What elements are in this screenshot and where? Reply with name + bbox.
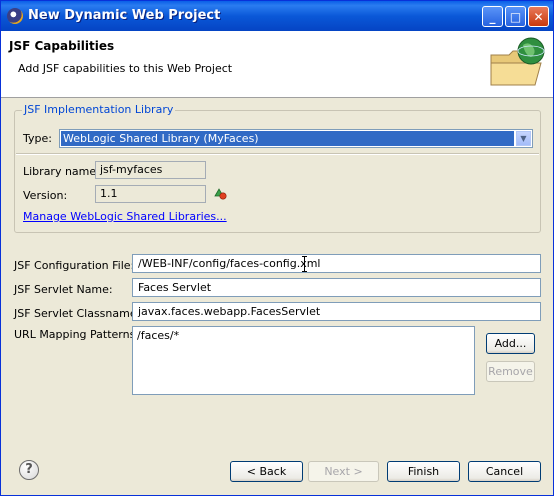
dialog-window: New Dynamic Web Project _ □ ✕ JSF Capabi… — [0, 0, 554, 496]
version-field: 1.1 — [95, 185, 206, 203]
config-file-label: JSF Configuration File: — [14, 259, 135, 272]
text-cursor-icon — [302, 256, 307, 272]
help-icon[interactable]: ? — [19, 460, 39, 480]
minimize-button[interactable]: _ — [482, 6, 503, 27]
close-icon: ✕ — [533, 10, 544, 24]
maximize-button[interactable]: □ — [505, 6, 526, 27]
change-version-icon[interactable] — [213, 186, 227, 200]
wizard-header: JSF Capabilities Add JSF capabilities to… — [1, 31, 553, 98]
maximize-icon: □ — [509, 10, 522, 24]
config-file-input[interactable]: /WEB-INF/config/faces-config.xml — [132, 254, 541, 273]
next-button[interactable]: Next > — [308, 461, 379, 482]
servlet-classname-input[interactable]: javax.faces.webapp.FacesServlet — [132, 302, 541, 321]
web-project-folder-icon — [490, 37, 545, 86]
library-name-label: Library name: — [23, 165, 100, 178]
close-button[interactable]: ✕ — [528, 6, 549, 27]
servlet-name-label: JSF Servlet Name: — [14, 283, 113, 296]
title-bar[interactable]: New Dynamic Web Project _ □ ✕ — [1, 1, 553, 31]
chevron-down-icon[interactable]: ▼ — [516, 131, 531, 146]
cancel-button[interactable]: Cancel — [468, 461, 541, 482]
type-label: Type: — [23, 132, 52, 145]
finish-button[interactable]: Finish — [387, 461, 460, 482]
group-legend: JSF Implementation Library — [22, 103, 176, 116]
type-selected-value: WebLogic Shared Library (MyFaces) — [61, 131, 514, 146]
url-patterns-list[interactable]: /faces/* — [132, 326, 475, 395]
servlet-classname-label: JSF Servlet Classname: — [14, 307, 141, 320]
type-combobox[interactable]: WebLogic Shared Library (MyFaces) ▼ — [59, 129, 533, 148]
eclipse-icon — [7, 8, 23, 24]
back-button[interactable]: < Back — [230, 461, 303, 482]
servlet-name-input[interactable]: Faces Servlet — [132, 278, 541, 297]
page-description: Add JSF capabilities to this Web Project — [18, 62, 233, 75]
window-title: New Dynamic Web Project — [28, 8, 221, 23]
jsf-implementation-library-group: JSF Implementation Library Type: WebLogi… — [14, 103, 541, 233]
list-item[interactable]: /faces/* — [137, 329, 470, 342]
library-name-field: jsf-myfaces — [95, 161, 206, 179]
add-pattern-button[interactable]: Add... — [486, 333, 535, 354]
version-label: Version: — [23, 189, 68, 202]
remove-pattern-button[interactable]: Remove — [486, 361, 535, 382]
minimize-icon: _ — [489, 10, 496, 24]
group-separator — [16, 153, 539, 155]
manage-shared-libraries-link[interactable]: Manage WebLogic Shared Libraries... — [23, 210, 227, 223]
url-patterns-label: URL Mapping Patterns: — [14, 328, 140, 341]
page-title: JSF Capabilities — [9, 39, 115, 53]
